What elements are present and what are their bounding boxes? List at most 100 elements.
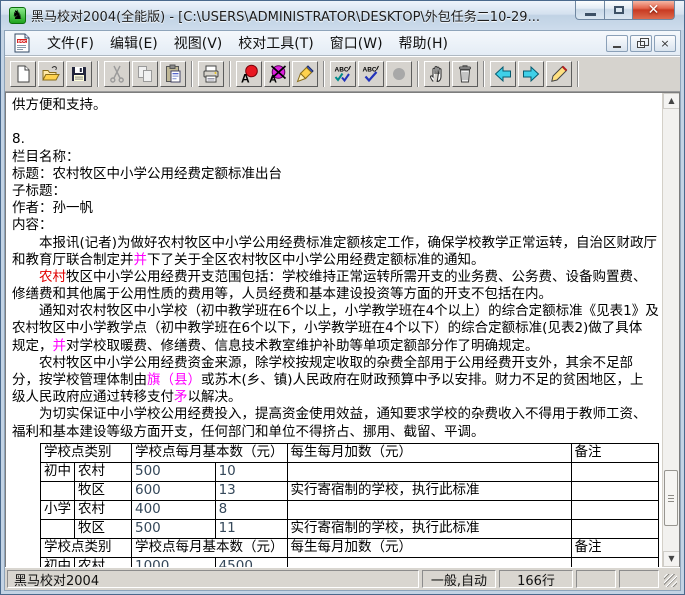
edit-button[interactable]	[546, 61, 572, 87]
save-button[interactable]	[66, 61, 92, 87]
mdi-restore-icon	[637, 41, 645, 48]
table-cell: 10	[215, 462, 287, 481]
table-row: 小学农村4008	[41, 500, 659, 519]
scroll-thumb[interactable]	[664, 470, 678, 526]
mdi-close-button[interactable]: ×	[654, 35, 676, 52]
new-file-icon	[13, 64, 33, 84]
brush-button[interactable]	[292, 61, 318, 87]
open-folder-icon	[41, 64, 61, 84]
menu-item-edit[interactable]: 编辑(E)	[102, 31, 166, 55]
abc-check-icon: ABC	[361, 64, 381, 84]
back-button[interactable]	[490, 61, 516, 87]
new-button[interactable]	[10, 61, 36, 87]
scroll-up-button[interactable]: ▲	[663, 93, 680, 109]
mdi-minimize-icon	[613, 46, 621, 48]
toolbar-separator	[323, 61, 325, 87]
paste-button[interactable]	[160, 61, 186, 87]
vertical-scrollbar[interactable]: ▲ ▼	[662, 93, 679, 567]
doc-line: 农村牧区中小学公用经费资金来源，除学校按规定收取的杂费全部用于公用经费开支外，其…	[12, 355, 662, 372]
document-text: 供方便和支持。 8.栏目名称：标题：农村牧区中小学公用经费定额标准出台子标题：作…	[12, 97, 662, 441]
save-floppy-icon	[69, 64, 89, 84]
table-cell	[287, 500, 571, 519]
doc-line: 内容：	[12, 217, 662, 234]
proofread-start-button[interactable]: A	[236, 61, 262, 87]
table-cell: 8	[215, 500, 287, 519]
printer-icon	[201, 64, 221, 84]
menu-item-proof-tools[interactable]: 校对工具(T)	[230, 31, 321, 55]
table-cell	[41, 481, 75, 500]
spellcheck-dual-button[interactable]: ABC	[330, 61, 356, 87]
close-button[interactable]: ✕	[633, 1, 675, 20]
doc-line: 福利和基本建设等级方面开支，任何部门和单位不得挤占、挪用、截留、平调。	[12, 424, 662, 441]
table-cell: 农村	[75, 462, 132, 481]
proofread-red-ball-icon: A	[239, 64, 259, 84]
caption-buttons: ✕	[575, 1, 675, 20]
doc-line: 标题：农村牧区中小学公用经费定额标准出台	[12, 166, 662, 183]
scroll-down-button[interactable]: ▼	[663, 551, 680, 567]
mdi-minimize-button[interactable]	[606, 35, 628, 52]
table-header-cell: 每生每月加数（元）	[287, 443, 571, 462]
mdi-restore-button[interactable]	[630, 35, 652, 52]
status-bar: 黑马校对2004 一般,自动 166行	[5, 567, 680, 590]
cut-scissors-icon	[107, 64, 127, 84]
content-area: 供方便和支持。 8.栏目名称：标题：农村牧区中小学公用经费定额标准出台子标题：作…	[5, 92, 680, 567]
scroll-up-icon: ▲	[668, 97, 674, 105]
brush-icon	[295, 64, 315, 84]
status-mode: 一般,自动	[422, 570, 496, 588]
record-circle-icon	[389, 64, 409, 84]
print-button[interactable]	[198, 61, 224, 87]
status-empty-panel	[619, 570, 659, 588]
menu-item-view[interactable]: 视图(V)	[166, 31, 231, 55]
table-cell: 实行寄宿制的学校，执行此标准	[287, 481, 571, 500]
table-cell: 初中	[41, 462, 75, 481]
menu-item-file[interactable]: 文件(F)	[39, 31, 102, 55]
trash-button[interactable]	[452, 61, 478, 87]
blackhorse-app-icon: ♞	[9, 7, 26, 24]
minimize-icon	[585, 13, 596, 16]
proofread-stop-button[interactable]: A	[264, 61, 290, 87]
table-cell: 牧区	[75, 519, 132, 538]
app-window: ♞ 黑马校对2004(全能版) - [C:\USERS\ADMINISTRATO…	[0, 0, 685, 595]
menu-item-window[interactable]: 窗口(W)	[322, 31, 391, 55]
spellcheck-button[interactable]: ABC	[358, 61, 384, 87]
svg-text:ABC: ABC	[335, 66, 349, 73]
pencil-icon	[549, 64, 569, 84]
table-header-cell: 备注	[571, 443, 658, 462]
fee-standard-table: 学校点类别学校点每月基本数（元）每生每月加数（元）备注初中农村50010牧区60…	[40, 443, 659, 567]
table-cell	[571, 557, 658, 567]
paste-clipboard-icon	[163, 64, 183, 84]
abc-double-check-icon: ABC	[333, 64, 353, 84]
table-cell: 农村	[75, 500, 132, 519]
flagged-text: 并	[134, 252, 148, 268]
record-button[interactable]	[386, 61, 412, 87]
toolbar-separator	[577, 61, 579, 87]
table-cell	[571, 500, 658, 519]
copy-icon	[135, 64, 155, 84]
cut-button[interactable]	[104, 61, 130, 87]
minimize-button[interactable]	[575, 1, 605, 20]
back-arrow-icon	[493, 64, 513, 84]
open-button[interactable]	[38, 61, 64, 87]
flagged-text: 农村	[39, 269, 66, 285]
table-cell: 初中	[41, 557, 75, 567]
forward-button[interactable]	[518, 61, 544, 87]
window-body: DOC 文件(F) 编辑(E) 视图(V) 校对工具(T) 窗口(W) 帮助(H…	[4, 30, 681, 591]
forward-arrow-icon	[521, 64, 541, 84]
menu-bar: DOC 文件(F) 编辑(E) 视图(V) 校对工具(T) 窗口(W) 帮助(H…	[5, 31, 680, 56]
maximize-button[interactable]	[605, 1, 633, 20]
document-canvas[interactable]: 供方便和支持。 8.栏目名称：标题：农村牧区中小学公用经费定额标准出台子标题：作…	[6, 93, 662, 567]
table-cell: 1000	[132, 557, 216, 567]
doc-line	[12, 114, 662, 131]
resize-grip[interactable]	[662, 570, 678, 588]
table-header-cell: 每生每月加数（元）	[287, 538, 571, 557]
hand-button[interactable]	[424, 61, 450, 87]
doc-line: 农村牧区中小学公用经费开支范围包括：学校维持正常运转所需开支的业务费、公务费、设…	[12, 269, 662, 286]
copy-button[interactable]	[132, 61, 158, 87]
table-row: 初中农村50010	[41, 462, 659, 481]
doc-line: 通知对农村牧区中小学校（初中教学班在6个以上，小学教学班在4个以上）的综合定额标…	[12, 303, 662, 320]
table-cell	[571, 481, 658, 500]
menu-item-help[interactable]: 帮助(H)	[391, 31, 456, 55]
table-header-cell: 备注	[571, 538, 658, 557]
table-cell	[287, 462, 571, 481]
toolbar: A A ABC ABC	[5, 56, 680, 92]
